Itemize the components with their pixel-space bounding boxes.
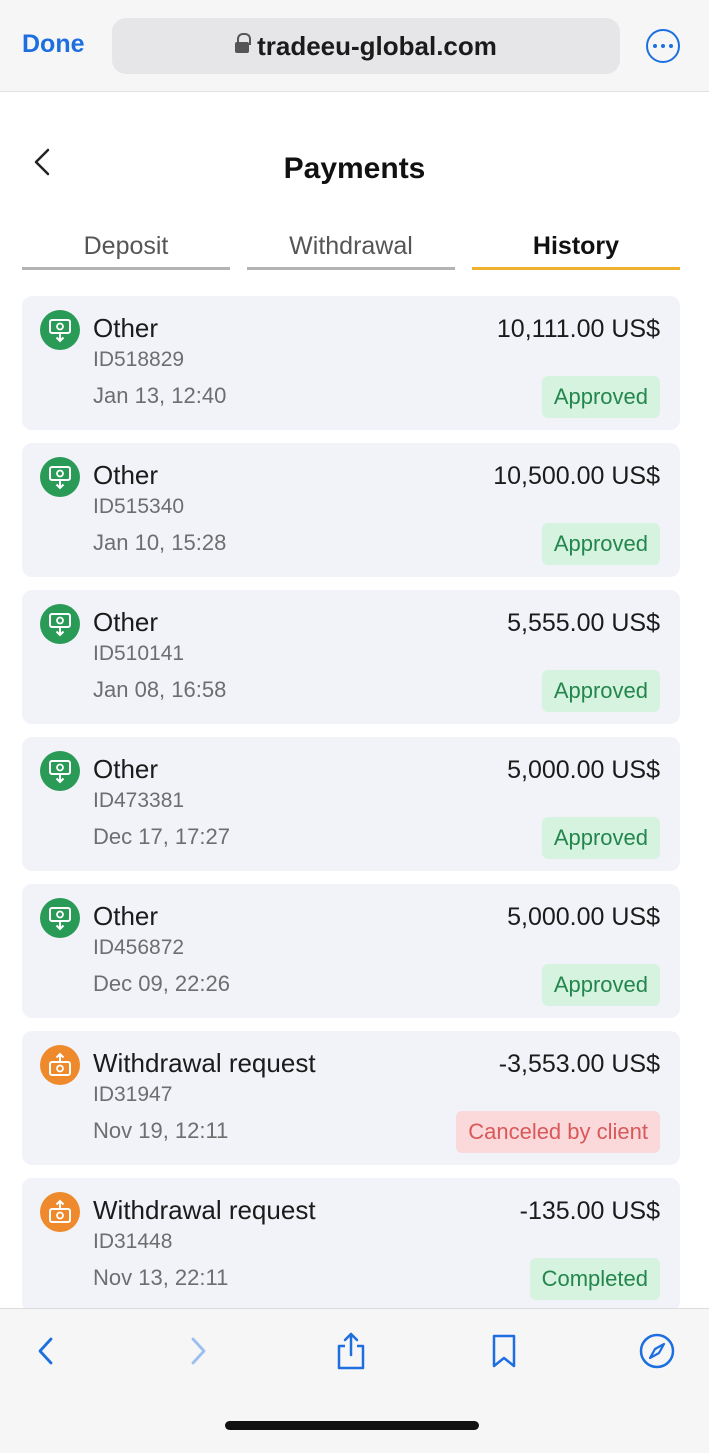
- deposit-icon: [40, 898, 80, 938]
- transaction-date: Dec 17, 17:27: [93, 824, 230, 849]
- transaction-card[interactable]: Other ID518829 Jan 13, 12:40 10,111.00 U…: [22, 296, 680, 430]
- deposit-icon: [40, 751, 80, 791]
- forward-icon: [191, 1337, 206, 1365]
- transaction-date: Jan 08, 16:58: [93, 677, 227, 702]
- tab-withdrawal[interactable]: Withdrawal: [247, 228, 455, 270]
- deposit-icon: [40, 310, 80, 350]
- deposit-icon: [40, 457, 80, 497]
- share-button[interactable]: [331, 1331, 371, 1371]
- transaction-amount: 5,555.00 US$: [507, 609, 660, 637]
- withdrawal-icon: [40, 1192, 80, 1232]
- transaction-date: Nov 13, 22:11: [93, 1265, 229, 1290]
- transaction-amount: 5,000.00 US$: [507, 756, 660, 784]
- browser-bottom-toolbar: [0, 1308, 709, 1453]
- back-button[interactable]: [26, 1331, 66, 1371]
- transaction-amount: 10,500.00 US$: [493, 462, 660, 490]
- transaction-amount: -3,553.00 US$: [498, 1050, 660, 1078]
- browser-top-bar: Done tradeeu-global.com: [0, 0, 709, 92]
- transaction-card[interactable]: Other ID510141 Jan 08, 16:58 5,555.00 US…: [22, 590, 680, 724]
- tab-history[interactable]: History: [472, 228, 680, 270]
- transaction-id: ID31947: [93, 1083, 173, 1106]
- status-badge: Approved: [541, 376, 660, 418]
- transaction-type: Withdrawal request: [93, 1195, 316, 1225]
- transaction-type: Other: [93, 460, 159, 490]
- transaction-type: Withdrawal request: [93, 1048, 316, 1078]
- transaction-amount: 5,000.00 US$: [507, 903, 660, 931]
- status-badge: Canceled by client: [456, 1111, 660, 1153]
- transaction-type: Other: [93, 607, 159, 637]
- transaction-date: Nov 19, 12:11: [93, 1118, 229, 1143]
- transaction-amount: 10,111.00 US$: [496, 315, 660, 343]
- transaction-id: ID31448: [93, 1230, 173, 1253]
- transaction-type: Other: [93, 901, 159, 931]
- url-text: tradeeu-global.com: [257, 30, 497, 61]
- withdrawal-icon: [40, 1045, 80, 1085]
- status-badge: Completed: [529, 1258, 660, 1300]
- bookmarks-button[interactable]: [484, 1331, 524, 1371]
- transaction-list: Other ID518829 Jan 13, 12:40 10,111.00 U…: [22, 296, 680, 1325]
- transaction-date: Dec 09, 22:26: [93, 971, 230, 996]
- transaction-type: Other: [93, 754, 159, 784]
- done-button[interactable]: Done: [22, 30, 85, 59]
- page-title: Payments: [283, 152, 426, 185]
- dot-icon: [661, 44, 665, 48]
- home-indicator[interactable]: [225, 1421, 479, 1430]
- transaction-type: Other: [93, 313, 159, 343]
- transaction-card[interactable]: Other ID473381 Dec 17, 17:27 5,000.00 US…: [22, 737, 680, 871]
- status-badge: Approved: [541, 670, 660, 712]
- address-bar[interactable]: tradeeu-global.com: [112, 18, 620, 74]
- transaction-card[interactable]: Withdrawal request ID31947 Nov 19, 12:11…: [22, 1031, 680, 1165]
- dot-icon: [669, 44, 673, 48]
- transaction-id: ID518829: [93, 348, 185, 371]
- tab-deposit[interactable]: Deposit: [22, 228, 230, 270]
- transaction-id: ID510141: [93, 642, 185, 665]
- status-badge: Approved: [541, 523, 660, 565]
- transaction-date: Jan 10, 15:28: [93, 530, 227, 555]
- transaction-id: ID515340: [93, 495, 185, 518]
- back-icon: [38, 1337, 53, 1365]
- transaction-card[interactable]: Other ID456872 Dec 09, 22:26 5,000.00 US…: [22, 884, 680, 1018]
- more-options-button[interactable]: [646, 29, 680, 63]
- lock-icon: [235, 33, 252, 57]
- transaction-card[interactable]: Withdrawal request ID31448 Nov 13, 22:11…: [22, 1178, 680, 1312]
- deposit-icon: [40, 604, 80, 644]
- transaction-id: ID473381: [93, 789, 185, 812]
- compass-icon: [639, 1333, 675, 1369]
- compass-button[interactable]: [637, 1331, 677, 1371]
- forward-button[interactable]: [178, 1331, 218, 1371]
- transaction-date: Jan 13, 12:40: [93, 383, 227, 408]
- transaction-id: ID456872: [93, 936, 185, 959]
- status-badge: Approved: [541, 817, 660, 859]
- status-badge: Approved: [541, 964, 660, 1006]
- transaction-amount: -135.00 US$: [519, 1197, 660, 1225]
- transaction-card[interactable]: Other ID515340 Jan 10, 15:28 10,500.00 U…: [22, 443, 680, 577]
- bookmarks-icon: [492, 1334, 516, 1368]
- dot-icon: [653, 44, 657, 48]
- share-icon: [337, 1332, 365, 1370]
- payment-tabs: Deposit Withdrawal History: [22, 228, 680, 272]
